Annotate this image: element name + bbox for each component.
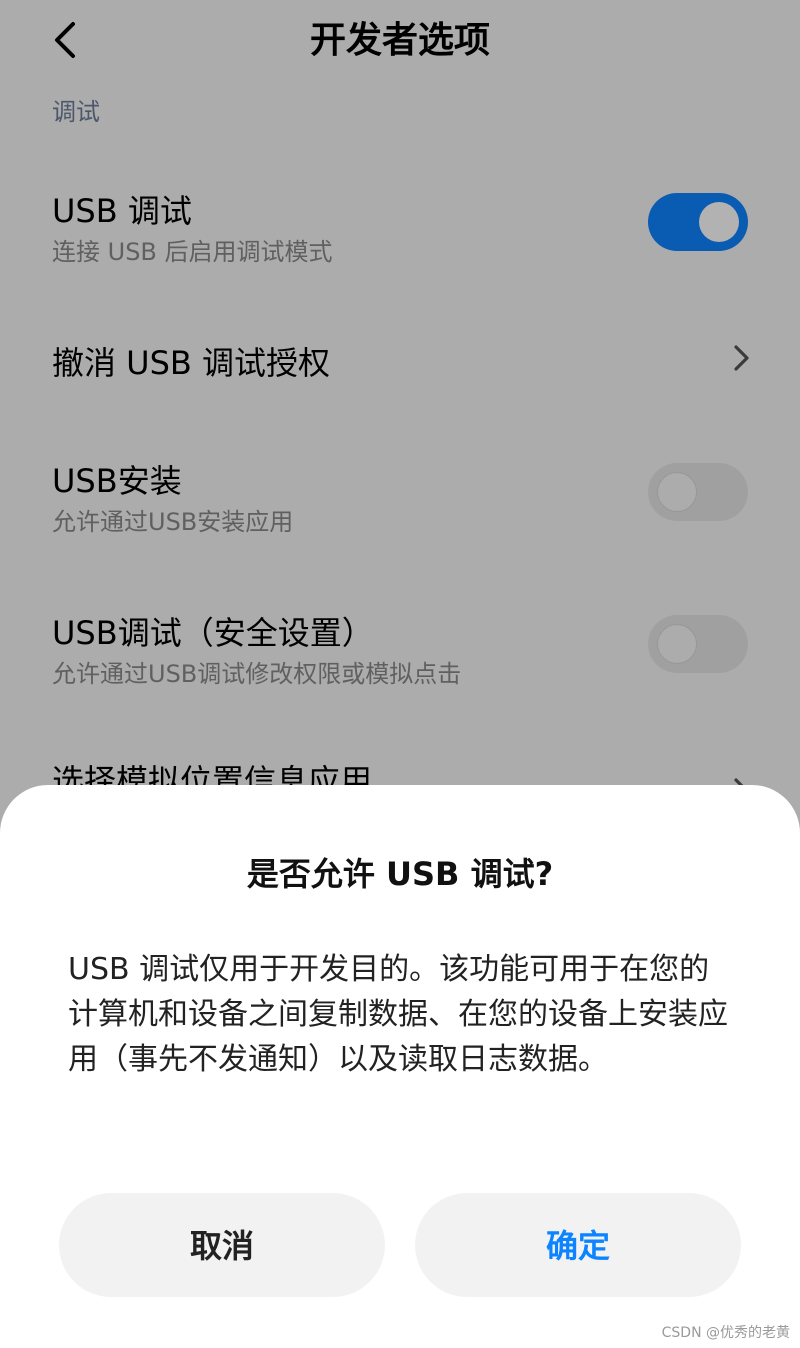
dialog-message: USB 调试仅用于开发目的。该功能可用于在您的计算机和设备之间复制数据、在您的设…: [68, 952, 728, 1077]
watermark: CSDN @优秀的老黄: [661, 1325, 790, 1341]
confirm-button[interactable]: 确定: [415, 1193, 741, 1297]
dialog-title: 是否允许 USB 调试?: [246, 855, 554, 893]
cancel-button[interactable]: 取消: [59, 1193, 385, 1297]
usb-debugging-dialog: 是否允许 USB 调试? USB 调试仅用于开发目的。该功能可用于在您的计算机和…: [0, 785, 800, 1348]
